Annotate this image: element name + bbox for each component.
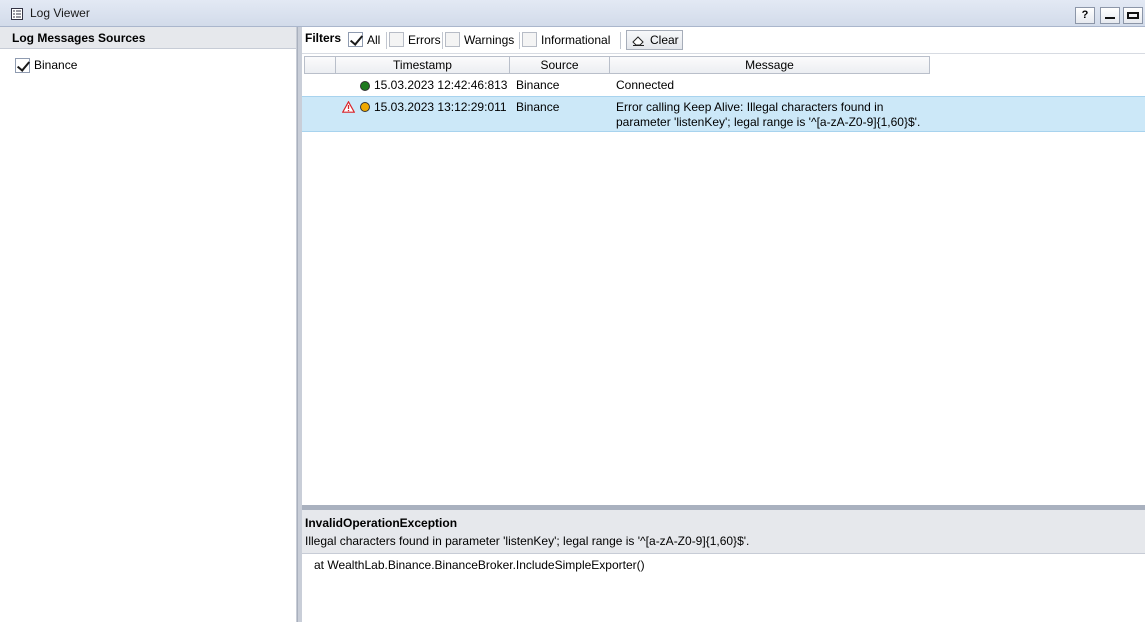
source-checkbox[interactable] — [15, 57, 30, 73]
separator — [519, 32, 520, 49]
sources-header: Log Messages Sources — [0, 27, 296, 49]
minimize-button[interactable] — [1100, 7, 1120, 24]
status-ok-icon — [360, 81, 370, 91]
filters-toolbar: Filters All Errors Warnings Informationa… — [302, 27, 1145, 54]
filters-label: Filters — [305, 31, 342, 45]
filter-informational-label: Informational — [541, 32, 611, 47]
window-title: Log Viewer — [30, 6, 90, 20]
warning-icon — [342, 101, 355, 113]
message-cell-line1: Error calling Keep Alive: Illegal charac… — [616, 100, 884, 114]
list-icon — [11, 8, 23, 20]
help-button[interactable]: ? — [1075, 7, 1095, 24]
column-header-icons[interactable] — [304, 56, 336, 74]
filter-errors-label: Errors — [408, 32, 441, 47]
filter-warnings-checkbox[interactable] — [445, 32, 460, 47]
message-cell: Connected — [616, 78, 675, 92]
exception-header: InvalidOperationException Illegal charac… — [302, 510, 1145, 554]
source-label: Binance — [34, 58, 78, 72]
log-grid: Timestamp Source Message 15.03.2023 12:4… — [302, 55, 1145, 505]
clear-label: Clear — [650, 33, 679, 47]
message-cell-line2: parameter 'listenKey'; legal range is '^… — [616, 115, 921, 129]
exception-type: InvalidOperationException — [305, 516, 458, 530]
filter-warnings-label: Warnings — [464, 32, 515, 47]
column-header-source[interactable]: Source — [510, 56, 610, 74]
title-bar: Log Viewer ? — [0, 0, 1145, 27]
filter-errors[interactable]: Errors — [389, 32, 441, 47]
column-header-timestamp[interactable]: Timestamp — [336, 56, 510, 74]
filter-all[interactable]: All — [348, 32, 380, 47]
filter-errors-checkbox[interactable] — [389, 32, 404, 47]
clear-button[interactable]: Clear — [626, 30, 683, 50]
filter-informational-checkbox[interactable] — [522, 32, 537, 47]
maximize-button[interactable] — [1123, 7, 1143, 24]
source-cell: Binance — [516, 78, 560, 92]
source-item-binance[interactable]: Binance — [15, 56, 77, 74]
timestamp-cell: 15.03.2023 13:12:29:011 — [374, 100, 507, 114]
maximize-icon — [1127, 12, 1139, 19]
sources-panel: Log Messages Sources Binance — [0, 27, 297, 622]
exception-message: Illegal characters found in parameter 'l… — [305, 534, 750, 548]
table-row-selected[interactable]: 15.03.2023 13:12:29:011 Binance Error ca… — [302, 96, 1145, 132]
eraser-icon — [632, 35, 644, 46]
filter-warnings[interactable]: Warnings — [445, 32, 514, 47]
separator — [386, 32, 387, 49]
stack-trace: at WealthLab.Binance.BinanceBroker.Inclu… — [314, 558, 645, 572]
table-row[interactable]: 15.03.2023 12:42:46:813 Binance Connecte… — [302, 75, 1145, 96]
separator — [442, 32, 443, 49]
status-warning-icon — [360, 102, 370, 112]
filter-informational[interactable]: Informational — [522, 32, 610, 47]
column-header-message[interactable]: Message — [610, 56, 930, 74]
filter-all-checkbox[interactable] — [348, 32, 363, 47]
separator — [620, 32, 621, 49]
minimize-icon — [1105, 17, 1115, 19]
filter-all-label: All — [367, 32, 381, 47]
exception-detail-pane: InvalidOperationException Illegal charac… — [302, 505, 1145, 622]
source-cell: Binance — [516, 100, 560, 114]
timestamp-cell: 15.03.2023 12:42:46:813 — [374, 78, 508, 92]
